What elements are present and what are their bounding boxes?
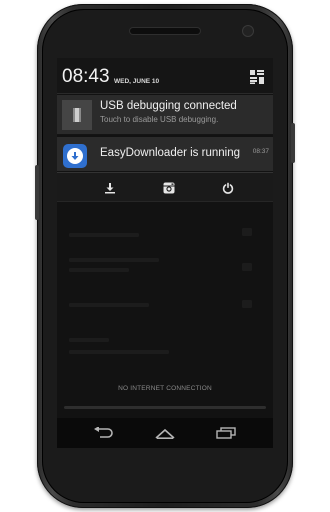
- clock: 08:43: [62, 66, 110, 87]
- download-icon[interactable]: [102, 180, 118, 196]
- background-content: [242, 263, 252, 271]
- background-content: [69, 233, 139, 237]
- phone-screen: 08:43 WED, JUNE 10 USB debugging connect…: [57, 58, 273, 448]
- front-camera: [243, 26, 253, 36]
- notification-text: Touch to disable USB debugging.: [100, 115, 219, 124]
- notification-title: USB debugging connected: [100, 100, 237, 112]
- earpiece-speaker: [130, 28, 200, 34]
- navigation-bar: [57, 418, 273, 448]
- usb-icon: [62, 100, 92, 130]
- home-icon[interactable]: [152, 424, 178, 442]
- drag-handle[interactable]: [64, 406, 266, 409]
- background-content: [69, 350, 169, 354]
- background-content: [69, 268, 129, 272]
- back-icon[interactable]: [91, 424, 117, 442]
- date: WED, JUNE 10: [114, 78, 160, 85]
- notification-title: EasyDownloader is running: [100, 147, 240, 159]
- background-content: [69, 303, 149, 307]
- quick-settings-icon[interactable]: [250, 70, 264, 84]
- notification-actions: [57, 172, 273, 202]
- notification-usb-debugging[interactable]: USB debugging connected Touch to disable…: [57, 95, 273, 135]
- instagram-icon[interactable]: [161, 180, 177, 196]
- download-app-icon: [63, 144, 87, 168]
- volume-side-button: [35, 165, 39, 220]
- notification-easydownloader[interactable]: EasyDownloader is running 08:37: [57, 137, 273, 171]
- background-content: [69, 258, 159, 262]
- recents-icon[interactable]: [213, 424, 239, 442]
- power-side-button: [291, 123, 295, 163]
- power-icon[interactable]: [220, 180, 236, 196]
- background-content: [69, 338, 109, 342]
- notification-time: 08:37: [252, 148, 269, 155]
- background-content: [242, 228, 252, 236]
- notification-header: 08:43 WED, JUNE 10: [57, 58, 273, 94]
- connection-status: NO INTERNET CONNECTION: [118, 385, 212, 392]
- background-content: [242, 300, 252, 308]
